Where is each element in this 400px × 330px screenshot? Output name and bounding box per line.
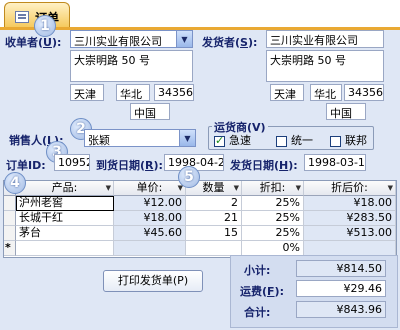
salesperson-combo[interactable]: 张颖 ▼ [84, 129, 196, 147]
form-icon [15, 11, 29, 23]
ship-to-name[interactable]: 三川实业有限公司 [266, 30, 384, 48]
ship-to-postal[interactable]: 343567 [344, 84, 384, 101]
cell-discount[interactable]: 25% [242, 226, 304, 241]
row-selector[interactable] [4, 196, 16, 211]
customer-label: 收单者(U): [5, 36, 62, 49]
sort-icon: ▼ [387, 184, 393, 192]
salesperson-value: 张颖 [88, 134, 110, 147]
cell-extended-price[interactable]: ¥283.50 [304, 211, 396, 226]
subtotal-value: ¥814.50 [296, 260, 386, 277]
cell-quantity[interactable]: 21 [186, 211, 242, 226]
sort-icon: ▼ [295, 184, 301, 192]
cell-unit-price[interactable] [114, 241, 186, 256]
callout-5: 5 [178, 166, 200, 188]
cell-quantity[interactable] [186, 241, 242, 256]
table-row[interactable]: 沪州老窖 ¥12.00 2 25% ¥18.00 [4, 196, 396, 211]
customer-country[interactable]: 中国 [130, 103, 170, 120]
print-invoice-button[interactable]: 打印发货单(P) [103, 270, 203, 292]
sort-icon: ▼ [233, 184, 239, 192]
cell-product[interactable] [16, 241, 114, 256]
new-record-marker[interactable]: * [4, 241, 16, 256]
ship-via-option-express[interactable]: 急速 [214, 132, 251, 148]
table-row[interactable]: 茅台 ¥45.60 15 25% ¥513.00 [4, 226, 396, 241]
required-date-label: 到货日期(R): [96, 159, 163, 172]
callout-4: 4 [4, 172, 26, 194]
cell-product[interactable]: 长城干红 [16, 211, 114, 226]
cell-extended-price[interactable]: ¥18.00 [304, 196, 396, 211]
shipped-date-label: 发货日期(H): [230, 159, 298, 172]
cell-extended-price[interactable] [304, 241, 396, 256]
cell-discount[interactable]: 25% [242, 196, 304, 211]
grid-header-row: 产品: ▼ 单价: ▼ 数量 ▼ 折扣: ▼ 折后价: ▼ [4, 181, 396, 196]
cell-discount[interactable]: 25% [242, 211, 304, 226]
total-label: 合计: [244, 306, 271, 319]
ship-to-region[interactable]: 华北 [310, 84, 342, 101]
checkbox-icon[interactable] [330, 135, 341, 147]
shipped-date-value[interactable]: 1998-03-16 [304, 154, 366, 171]
customer-city[interactable]: 天津 [70, 84, 104, 101]
customer-combo[interactable]: 三川实业有限公司 ▼ [70, 30, 193, 48]
cell-unit-price[interactable]: ¥12.00 [114, 196, 186, 211]
cell-quantity[interactable]: 15 [186, 226, 242, 241]
ship-to-country[interactable]: 中国 [326, 103, 366, 120]
order-id-value[interactable]: 10952 [54, 154, 90, 171]
chevron-down-icon[interactable]: ▼ [179, 130, 195, 146]
customer-postal[interactable]: 343567 [154, 84, 194, 101]
header-product[interactable]: 产品: ▼ [16, 181, 114, 196]
header-discount[interactable]: 折扣: ▼ [242, 181, 304, 196]
chevron-down-icon[interactable]: ▼ [176, 31, 192, 47]
subtotal-label: 小计: [244, 264, 271, 277]
row-selector[interactable] [4, 211, 16, 226]
order-details-grid: 产品: ▼ 单价: ▼ 数量 ▼ 折扣: ▼ 折后价: ▼ 沪州老窖 ¥12.00 2 2… [3, 180, 397, 258]
freight-value[interactable]: ¥29.46 [296, 280, 386, 297]
table-row[interactable]: 长城干红 ¥18.00 21 25% ¥283.50 [4, 211, 396, 226]
callout-1: 1 [34, 15, 56, 37]
checkbox-checked-icon[interactable] [214, 134, 225, 147]
cell-discount[interactable]: 0% [242, 241, 304, 256]
order-id-label: 订单ID: [6, 159, 46, 172]
cell-quantity[interactable]: 2 [186, 196, 242, 211]
row-selector[interactable] [4, 226, 16, 241]
ship-via-option-unified[interactable]: 统一 [276, 132, 313, 148]
new-record-row[interactable]: * 0% [4, 241, 396, 256]
header-extended-price[interactable]: 折后价: ▼ [304, 181, 396, 196]
ship-to-city[interactable]: 天津 [270, 84, 304, 101]
cell-extended-price[interactable]: ¥513.00 [304, 226, 396, 241]
ship-to-address[interactable]: 大崇明路 50 号 [266, 50, 384, 82]
ship-to-label: 发货者(S): [202, 36, 258, 49]
cell-product[interactable]: 沪州老窖 [16, 196, 114, 211]
cell-unit-price[interactable]: ¥18.00 [114, 211, 186, 226]
sort-icon: ▼ [105, 184, 111, 192]
total-value: ¥843.96 [296, 301, 386, 318]
cell-product[interactable]: 茅台 [16, 226, 114, 241]
cell-unit-price[interactable]: ¥45.60 [114, 226, 186, 241]
header-unit-price[interactable]: 单价: ▼ [114, 181, 186, 196]
customer-region[interactable]: 华北 [116, 84, 150, 101]
customer-address[interactable]: 大崇明路 50 号 [70, 50, 193, 82]
checkbox-icon[interactable] [276, 135, 287, 147]
customer-name: 三川实业有限公司 [74, 35, 162, 48]
ship-via-option-federal[interactable]: 联邦 [330, 132, 367, 148]
freight-label: 运费(F): [240, 285, 284, 298]
